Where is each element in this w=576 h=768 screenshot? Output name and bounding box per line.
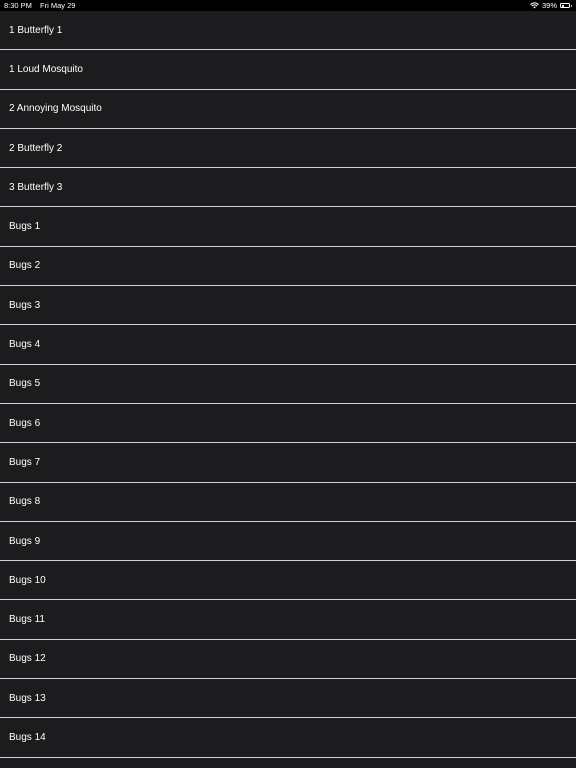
list-item-label: 3 Butterfly 3 [9,181,63,193]
list-item[interactable]: Bugs 3 [0,286,576,326]
list-item[interactable]: Bugs 14 [0,718,576,758]
status-time: 8:30 PM [4,1,32,10]
list-item[interactable]: Bugs 7 [0,443,576,483]
list-item[interactable]: Bugs 10 [0,561,576,601]
list-item[interactable]: 2 Annoying Mosquito [0,89,576,129]
list-item[interactable]: Bugs 15 [0,757,576,768]
list-item-label: 2 Butterfly 2 [9,142,63,154]
status-right: 39% [530,0,572,11]
list-item-label: Bugs 9 [9,535,41,547]
list-item[interactable]: 1 Loud Mosquito [0,50,576,90]
list-item-label: Bugs 3 [9,299,41,311]
list-item[interactable]: Bugs 8 [0,482,576,522]
list-item[interactable]: 2 Butterfly 2 [0,128,576,169]
list-item-label: Bugs 4 [9,339,41,351]
list-item-label: Bugs 7 [9,456,41,468]
bug-list[interactable]: 1 Butterfly 1 1 Loud Mosquito 2 Annoying M… [0,11,576,768]
battery-percent: 39% [541,1,557,10]
list-item[interactable]: Bugs 11 [0,600,576,640]
list-item-label: Bugs 5 [9,378,41,390]
list-item-label: Bugs 6 [9,417,41,429]
list-item[interactable]: Bugs 2 [0,246,576,287]
list-item-label: Bugs 10 [9,574,46,586]
battery-icon [560,3,572,8]
battery-level-fill [561,4,565,7]
status-bar: 8:30 PM Fri May 29 39% [0,0,576,11]
list-item-label: Bugs 1 [9,221,41,233]
list-item[interactable]: Bugs 12 [0,639,576,680]
list-item[interactable]: 3 Butterfly 3 [0,168,576,208]
list-item[interactable]: Bugs 13 [0,679,576,719]
list-item-label: Bugs 14 [9,731,46,743]
list-item[interactable]: Bugs 1 [0,207,576,247]
list-item-label: 1 Butterfly 1 [9,24,63,36]
status-left: 8:30 PM Fri May 29 [4,0,75,11]
list-item-label: Bugs 2 [9,260,41,272]
list-item[interactable]: Bugs 5 [0,364,576,404]
status-date: Fri May 29 [40,1,76,10]
list-item-label: Bugs 8 [9,496,41,508]
list-item[interactable]: Bugs 4 [0,325,576,365]
list-item-label: 1 Loud Mosquito [9,63,83,75]
list-item-label: 2 Annoying Mosquito [9,103,102,115]
list-item[interactable]: Bugs 9 [0,521,576,562]
list-item-label: Bugs 12 [9,653,46,665]
list-item[interactable]: Bugs 6 [0,403,576,444]
list-item-label: Bugs 11 [9,614,45,626]
list-item[interactable]: 1 Butterfly 1 [0,11,576,51]
wifi-icon [530,2,539,9]
list-item-label: Bugs 13 [9,692,46,704]
